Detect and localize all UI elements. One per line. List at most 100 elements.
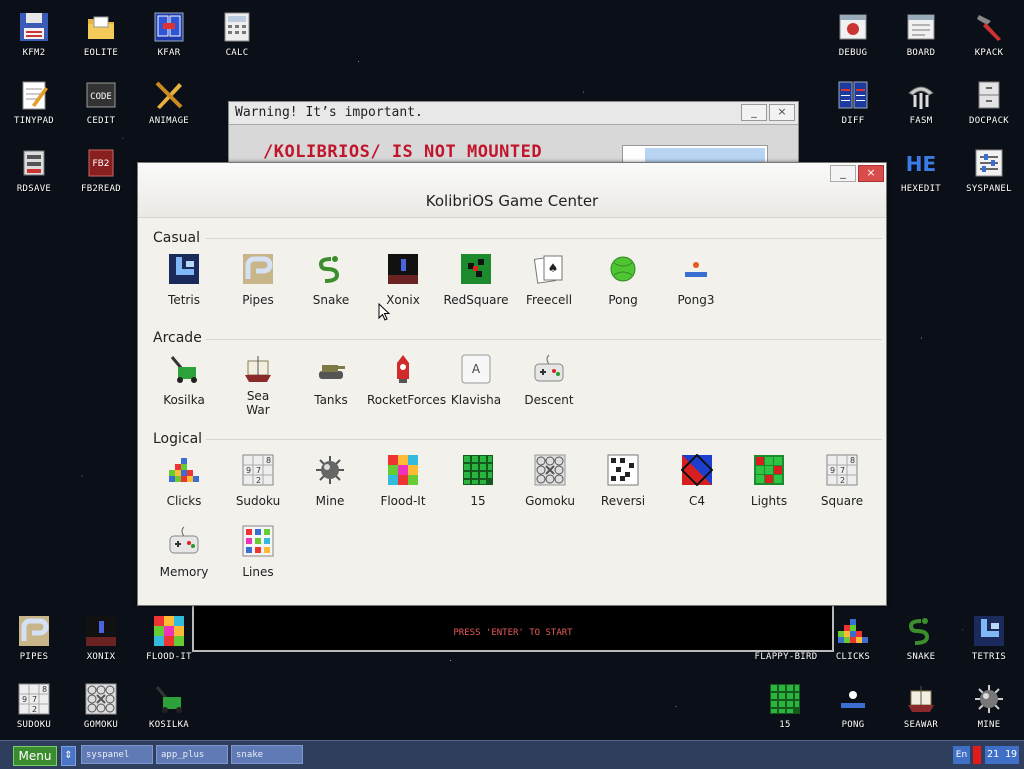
game-pong[interactable]: Pong [587, 252, 659, 307]
game-lines[interactable]: Lines [222, 524, 294, 579]
game-label: Memory [159, 565, 209, 579]
svg-text:♠: ♠ [548, 261, 559, 275]
game-klavisha[interactable]: A Klavisha [440, 352, 512, 407]
game-lights[interactable]: Lights [733, 453, 805, 508]
game-label: Square [820, 494, 864, 508]
svg-text:A: A [472, 362, 481, 376]
minimize-button[interactable]: _ [830, 165, 856, 182]
game-label: Flood-It [380, 494, 426, 508]
pipes-icon [17, 614, 51, 648]
desktop-icon-label: SYSPANEL [966, 184, 1012, 194]
game-gomoku[interactable]: Gomoku [514, 453, 586, 508]
desktop-icon-label: DIFF [841, 116, 865, 126]
desktop-icon-gomoku[interactable]: GOMOKU [67, 682, 135, 730]
notepad-icon [17, 78, 51, 112]
close-button[interactable]: × [858, 165, 884, 182]
desktop-icon-debug[interactable]: DEBUG [819, 10, 887, 58]
assembler-icon [904, 78, 938, 112]
game-tetris[interactable]: Tetris [148, 252, 220, 307]
game-redsquare[interactable]: RedSquare [440, 252, 512, 307]
desktop-icon-calc[interactable]: CALC [203, 10, 271, 58]
desktop-icon-diff[interactable]: DIFF [819, 78, 887, 126]
task-button-syspanel[interactable]: syspanel [81, 745, 153, 764]
game-rocketforces[interactable]: RocketForces [367, 352, 447, 407]
desktop-icon-rdsave[interactable]: RDSAVE [0, 146, 68, 194]
game-sea-war[interactable]: Sea War [222, 352, 294, 417]
desktop-icon-15[interactable]: 15 [751, 682, 819, 730]
desktop-icon-label: MINE [977, 720, 1001, 730]
game-clicks[interactable]: Clicks [148, 453, 220, 508]
sliders-icon [972, 146, 1006, 180]
game-label: RocketForces [367, 393, 447, 407]
mine-icon [972, 682, 1006, 716]
desktop-icon-label: KPACK [974, 48, 1004, 58]
warning-minimize-button[interactable]: _ [741, 104, 767, 121]
desktop-icon-kpack[interactable]: KPACK [955, 10, 1023, 58]
game-mine[interactable]: Mine [294, 453, 366, 508]
warning-titlebar[interactable]: Warning! It’s important. _ × [229, 102, 798, 125]
svg-text:7: 7 [256, 466, 261, 475]
svg-text:9: 9 [22, 695, 27, 704]
desktop-icon-sudoku[interactable]: 8 972 SUDOKU [0, 682, 68, 730]
game-pipes[interactable]: Pipes [222, 252, 294, 307]
game-snake[interactable]: Snake [295, 252, 367, 307]
game-flood-it[interactable]: Flood-It [367, 453, 439, 508]
desktop-icon-docpack[interactable]: DOCPACK [955, 78, 1023, 126]
desktop-icon-snake[interactable]: SNAKE [887, 614, 955, 662]
task-button-snake[interactable]: snake [231, 745, 303, 764]
desktop-icon-board[interactable]: BOARD [887, 10, 955, 58]
desktop-icon-animage[interactable]: ANIMAGE [135, 78, 203, 126]
desktop-icon-cedit[interactable]: CODE CEDIT [67, 78, 135, 126]
pong-icon [836, 682, 870, 716]
snake-game-window[interactable]: PRESS 'ENTER' TO START [192, 604, 834, 652]
game-kosilka[interactable]: Kosilka [148, 352, 220, 407]
desktop-icon-tinypad[interactable]: TINYPAD [0, 78, 68, 126]
menu-button[interactable]: Menu [13, 746, 57, 766]
desktop-icon-label: TETRIS [971, 652, 1007, 662]
game-label: Mine [315, 494, 345, 508]
desktop-icon-eolite[interactable]: EOLITE [67, 10, 135, 58]
cards-icon: ♠ [532, 252, 566, 286]
game-square[interactable]: 8 972 Square [806, 453, 878, 508]
desktop-icon-seawar[interactable]: SEAWAR [887, 682, 955, 730]
game-center-window[interactable]: _ × KolibriOS Game Center Casual Tetris … [137, 162, 887, 606]
switch-arrows-button[interactable]: ⇕ [61, 746, 76, 766]
clicks-icon [167, 453, 201, 487]
desktop-icon-label: CEDIT [86, 116, 116, 126]
game-reversi[interactable]: Reversi [587, 453, 659, 508]
game-xonix[interactable]: Xonix [367, 252, 439, 307]
svg-text:9: 9 [246, 466, 251, 475]
language-indicator[interactable]: En [953, 746, 970, 764]
game-freecell[interactable]: ♠ Freecell [513, 252, 585, 307]
desktop-icon-kfm2[interactable]: KFM2 [0, 10, 68, 58]
desktop-icon-kfar[interactable]: KFAR [135, 10, 203, 58]
desktop-icon-mine[interactable]: MINE [955, 682, 1023, 730]
lines-icon [241, 524, 275, 558]
game-descent[interactable]: Descent [513, 352, 585, 407]
game-c4[interactable]: C4 [661, 453, 733, 508]
svg-text:2: 2 [840, 476, 845, 485]
desktop-icon-hexedit[interactable]: HE HEXEDIT [887, 146, 955, 194]
desktop-icon-xonix[interactable]: XONIX [67, 614, 135, 662]
svg-text:7: 7 [32, 695, 37, 704]
desktop-icon-pong[interactable]: PONG [819, 682, 887, 730]
desktop-icon-fb2read[interactable]: FB2 FB2READ [67, 146, 135, 194]
game-label: Klavisha [450, 393, 502, 407]
desktop-icon-fasm[interactable]: FASM [887, 78, 955, 126]
desktop-icon-syspanel[interactable]: SYSPANEL [955, 146, 1023, 194]
desktop-icon-tetris[interactable]: TETRIS [955, 614, 1023, 662]
task-button-app-plus[interactable]: app_plus [156, 745, 228, 764]
game-15[interactable]: 15 [442, 453, 514, 508]
desktop-icon-kosilka[interactable]: KOSILKA [135, 682, 203, 730]
warning-close-button[interactable]: × [769, 104, 795, 121]
game-center-titlebar[interactable]: _ × KolibriOS Game Center [138, 163, 886, 218]
desktop-icon-pipes[interactable]: PIPES [0, 614, 68, 662]
game-memory[interactable]: Memory [148, 524, 220, 579]
clock[interactable]: 21 19 [985, 746, 1019, 764]
desktop-icon-label: DOCPACK [968, 116, 1010, 126]
flood-it-icon [152, 614, 186, 648]
game-tanks[interactable]: Tanks [295, 352, 367, 407]
game-sudoku[interactable]: 8 972 Sudoku [222, 453, 294, 508]
game-label: Pipes [242, 293, 274, 307]
game-pong3[interactable]: Pong3 [660, 252, 732, 307]
